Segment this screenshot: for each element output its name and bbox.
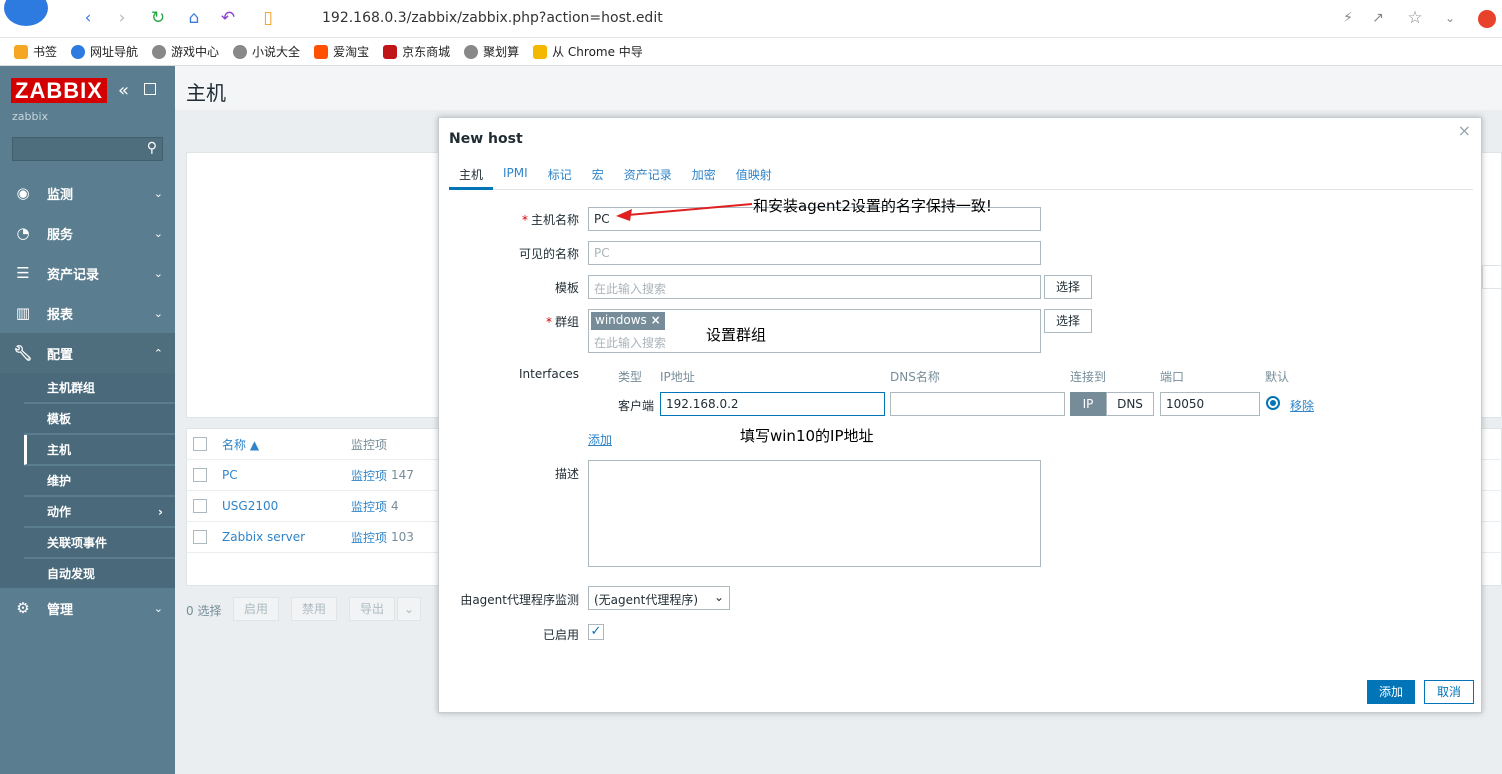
annotation-arrowhead <box>616 209 632 221</box>
group-annotation: 设置群组 <box>706 326 767 344</box>
hostname-annotation: 和安装agent2设置的名字保持一致! <box>753 197 992 215</box>
ip-annotation: 填写win10的IP地址 <box>740 427 874 445</box>
annotation-overlay <box>616 203 753 221</box>
annotation-arrow <box>627 203 753 216</box>
